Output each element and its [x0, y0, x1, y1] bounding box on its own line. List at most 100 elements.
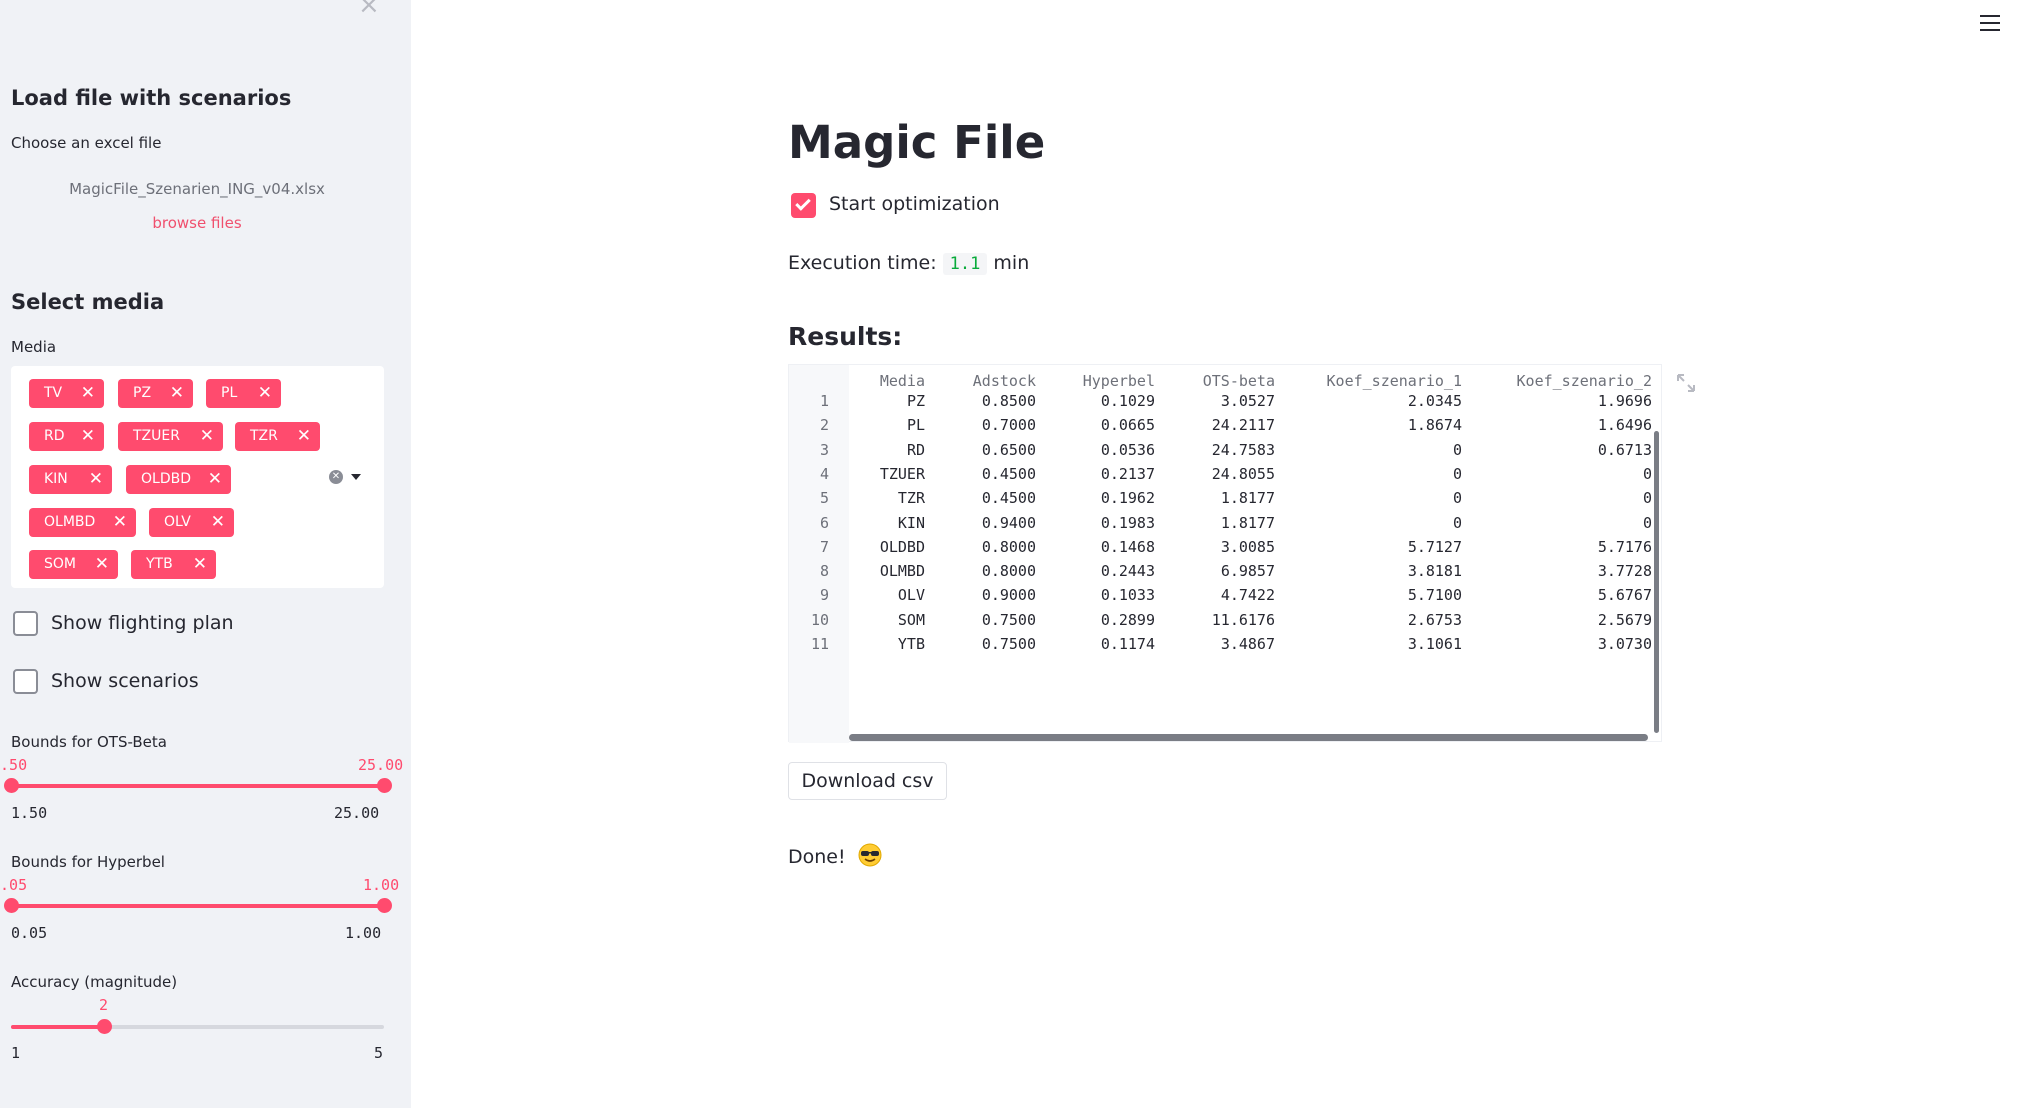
table-cell[interactable]: 0	[1289, 441, 1462, 459]
horizontal-scrollbar[interactable]	[849, 734, 1648, 741]
remove-tag-icon[interactable]: ✕	[258, 379, 272, 408]
table-cell[interactable]: OLDBD	[859, 538, 925, 556]
table-cell[interactable]: 3.8181	[1289, 562, 1462, 580]
table-cell[interactable]: 0.0665	[1049, 416, 1155, 434]
table-cell[interactable]: 0.1033	[1049, 586, 1155, 604]
hyperbel-range-slider[interactable]	[4, 898, 392, 913]
table-cell[interactable]: TZR	[859, 489, 925, 507]
column-header[interactable]: Adstock	[939, 372, 1036, 390]
table-cell[interactable]: 1.6496	[1479, 416, 1652, 434]
remove-tag-icon[interactable]: ✕	[211, 508, 225, 537]
table-cell[interactable]: 3.7728	[1479, 562, 1652, 580]
table-cell[interactable]: OLMBD	[859, 562, 925, 580]
remove-tag-icon[interactable]: ✕	[208, 465, 222, 494]
table-cell[interactable]: 24.7583	[1169, 441, 1275, 459]
table-cell[interactable]: YTB	[859, 635, 925, 653]
table-cell[interactable]: 0.7500	[939, 611, 1036, 629]
table-cell[interactable]: 0.4500	[939, 489, 1036, 507]
table-cell[interactable]: 0.2443	[1049, 562, 1155, 580]
remove-tag-icon[interactable]: ✕	[170, 379, 184, 408]
table-cell[interactable]: 2.0345	[1289, 392, 1462, 410]
download-csv-button[interactable]: Download csv	[788, 762, 947, 800]
remove-tag-icon[interactable]: ✕	[81, 422, 95, 451]
table-cell[interactable]: PZ	[859, 392, 925, 410]
table-cell[interactable]: 0.2899	[1049, 611, 1155, 629]
slider-thumb-high[interactable]	[377, 898, 392, 913]
column-header[interactable]: Koef_szenario_1	[1289, 372, 1462, 390]
table-cell[interactable]: 0	[1289, 514, 1462, 532]
column-header[interactable]: Koef_szenario_2	[1479, 372, 1652, 390]
table-cell[interactable]: 0	[1479, 489, 1652, 507]
browse-files-link[interactable]: browse files	[11, 214, 383, 232]
table-cell[interactable]: 3.0730	[1479, 635, 1652, 653]
table-cell[interactable]: 3.4867	[1169, 635, 1275, 653]
clear-all-icon[interactable]: ✕	[329, 470, 343, 484]
table-cell[interactable]: 0.1029	[1049, 392, 1155, 410]
table-cell[interactable]: 0	[1289, 465, 1462, 483]
table-cell[interactable]: 5.7127	[1289, 538, 1462, 556]
table-cell[interactable]: 3.0085	[1169, 538, 1275, 556]
table-cell[interactable]: 1.8177	[1169, 489, 1275, 507]
table-cell[interactable]: 0.0536	[1049, 441, 1155, 459]
table-cell[interactable]: 3.0527	[1169, 392, 1275, 410]
remove-tag-icon[interactable]: ✕	[193, 550, 207, 579]
table-cell[interactable]: 11.6176	[1169, 611, 1275, 629]
slider-thumb-low[interactable]	[4, 898, 19, 913]
table-cell[interactable]: 1.8177	[1169, 514, 1275, 532]
table-cell[interactable]: RD	[859, 441, 925, 459]
start-optimization-checkbox[interactable]	[791, 193, 816, 218]
fullscreen-expand-icon[interactable]	[1676, 373, 1696, 393]
remove-tag-icon[interactable]: ✕	[200, 422, 214, 451]
table-cell[interactable]: 24.8055	[1169, 465, 1275, 483]
table-cell[interactable]: OLV	[859, 586, 925, 604]
table-cell[interactable]: TZUER	[859, 465, 925, 483]
vertical-scrollbar[interactable]	[1654, 431, 1659, 733]
table-cell[interactable]: 2.5679	[1479, 611, 1652, 629]
table-cell[interactable]: 0.6500	[939, 441, 1036, 459]
remove-tag-icon[interactable]: ✕	[297, 422, 311, 451]
table-cell[interactable]: 1.8674	[1289, 416, 1462, 434]
table-cell[interactable]: 0.9400	[939, 514, 1036, 532]
results-table[interactable]: Media Adstock Hyperbel OTS-beta Koef_sze…	[788, 364, 1662, 743]
table-cell[interactable]: 0.8500	[939, 392, 1036, 410]
table-cell[interactable]: 0.7500	[939, 635, 1036, 653]
file-uploader[interactable]: MagicFile_Szenarien_ING_v04.xlsx browse …	[11, 166, 383, 250]
table-cell[interactable]: SOM	[859, 611, 925, 629]
table-cell[interactable]: 5.7100	[1289, 586, 1462, 604]
column-header[interactable]: Media	[859, 372, 925, 390]
table-cell[interactable]: KIN	[859, 514, 925, 532]
table-cell[interactable]: 0.8000	[939, 562, 1036, 580]
table-cell[interactable]: 0.7000	[939, 416, 1036, 434]
table-cell[interactable]: 0.1962	[1049, 489, 1155, 507]
table-cell[interactable]: 0.9000	[939, 586, 1036, 604]
table-cell[interactable]: 0	[1479, 465, 1652, 483]
checkbox-box[interactable]	[13, 669, 38, 694]
table-cell[interactable]: 0.1174	[1049, 635, 1155, 653]
table-cell[interactable]: 0.8000	[939, 538, 1036, 556]
remove-tag-icon[interactable]: ✕	[95, 550, 109, 579]
table-cell[interactable]: 1.9696	[1479, 392, 1652, 410]
media-multiselect[interactable]: TV ✕ PZ ✕ PL ✕ RD ✕ TZUER ✕ TZR ✕ KIN ✕ OLDBD ✕ …	[11, 366, 384, 588]
table-cell[interactable]: 5.6767	[1479, 586, 1652, 604]
remove-tag-icon[interactable]: ✕	[81, 379, 95, 408]
ots-range-slider[interactable]	[4, 778, 392, 793]
table-cell[interactable]: 0.1983	[1049, 514, 1155, 532]
close-sidebar-icon[interactable]: ×	[358, 0, 380, 18]
checkbox-box[interactable]	[13, 611, 38, 636]
slider-thumb-high[interactable]	[377, 778, 392, 793]
table-cell[interactable]: 0.6713	[1479, 441, 1652, 459]
accuracy-slider[interactable]	[11, 1019, 384, 1034]
chevron-down-icon[interactable]	[351, 474, 361, 480]
table-cell[interactable]: 3.1061	[1289, 635, 1462, 653]
table-cell[interactable]: 0.1468	[1049, 538, 1155, 556]
table-cell[interactable]: 0.4500	[939, 465, 1036, 483]
table-cell[interactable]: PL	[859, 416, 925, 434]
table-cell[interactable]: 24.2117	[1169, 416, 1275, 434]
table-cell[interactable]: 4.7422	[1169, 586, 1275, 604]
table-cell[interactable]: 6.9857	[1169, 562, 1275, 580]
remove-tag-icon[interactable]: ✕	[113, 508, 127, 537]
column-header[interactable]: Hyperbel	[1049, 372, 1155, 390]
table-cell[interactable]: 0.2137	[1049, 465, 1155, 483]
column-header[interactable]: OTS-beta	[1169, 372, 1275, 390]
table-cell[interactable]: 5.7176	[1479, 538, 1652, 556]
